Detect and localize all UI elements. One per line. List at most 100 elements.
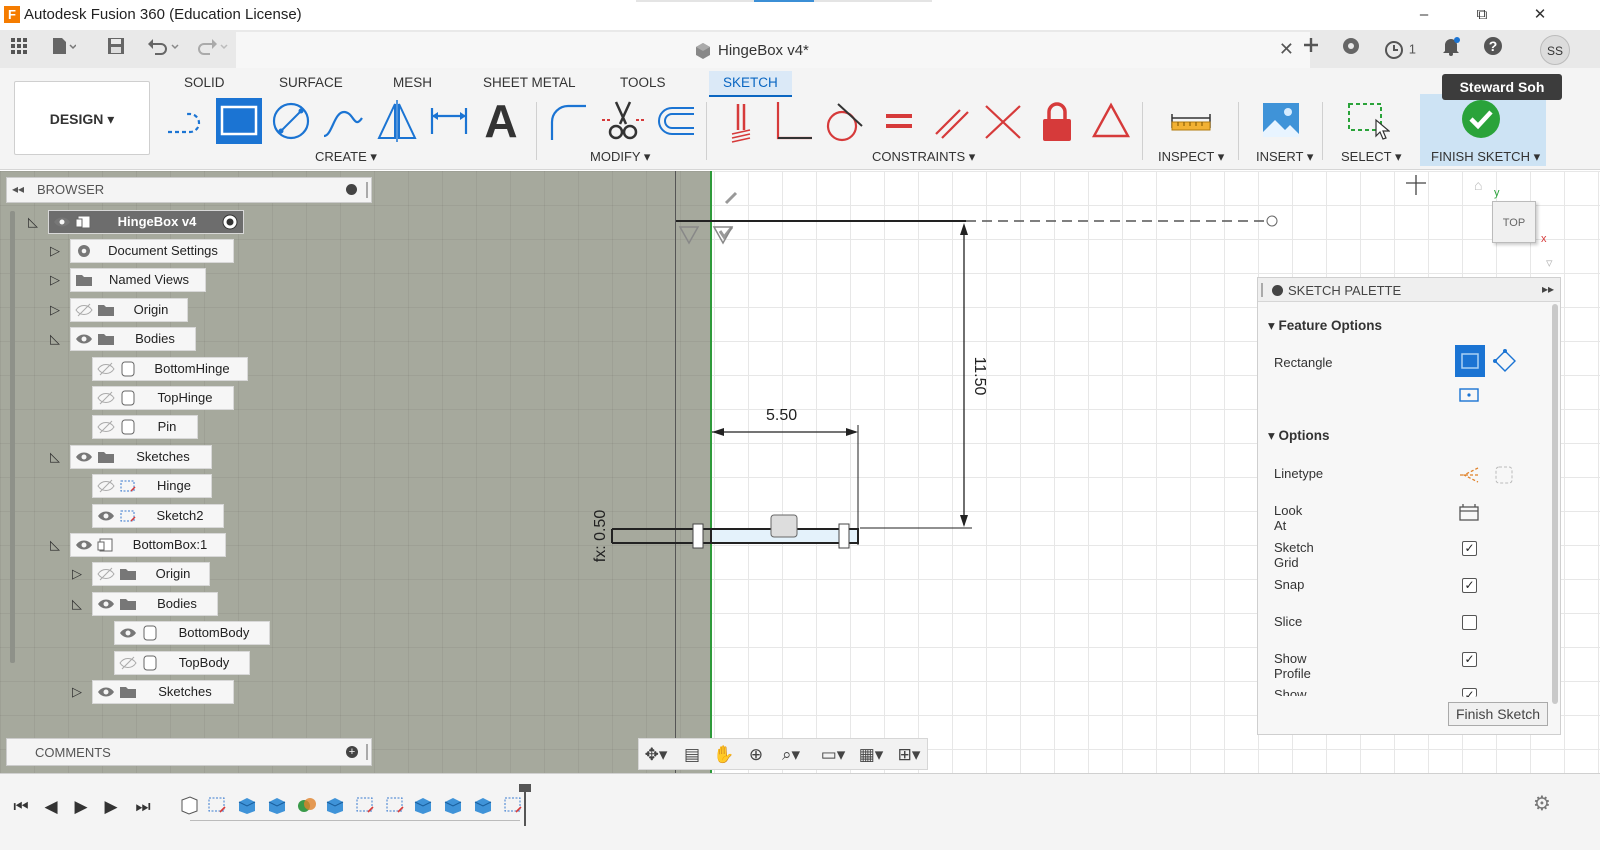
expand-triangle-icon[interactable]: ▷ <box>48 243 62 259</box>
collapse-triangle-icon[interactable]: ◺ <box>26 214 40 230</box>
lock-icon[interactable] <box>1034 98 1080 144</box>
timeline-extrude-icon[interactable] <box>412 794 434 816</box>
height-dimension-label[interactable]: 11.50 <box>970 351 988 401</box>
triangle-warning-icon[interactable] <box>1088 98 1134 144</box>
mirror-tool-icon[interactable] <box>374 98 420 144</box>
browser-node[interactable]: BottomBody <box>114 621 270 645</box>
visibility-eye-icon[interactable] <box>97 509 115 525</box>
palette-minimize-icon[interactable] <box>1272 285 1283 296</box>
extensions-icon[interactable] <box>1338 36 1364 62</box>
timeline-marker-head[interactable] <box>519 784 531 792</box>
dimension-tool-icon[interactable] <box>426 98 472 144</box>
collapse-triangle-icon[interactable]: ◺ <box>48 537 62 553</box>
restore-button[interactable]: ⧉ <box>1462 2 1502 28</box>
two-point-rectangle-icon[interactable] <box>1455 345 1485 377</box>
fillet-tool-icon[interactable] <box>546 98 592 144</box>
trim-tool-icon[interactable] <box>600 98 646 144</box>
insert-group-label[interactable]: INSERT ▾ <box>1256 149 1313 165</box>
inspect-group-label[interactable]: INSPECT ▾ <box>1158 149 1224 165</box>
timeline-extrude-icon[interactable] <box>266 794 288 816</box>
window-select-icon[interactable] <box>1344 98 1391 144</box>
document-tab[interactable]: HingeBox v4* ✕ <box>236 32 1310 68</box>
insert-image-icon[interactable] <box>1258 98 1304 144</box>
tab-sketch[interactable]: SKETCH <box>709 71 792 97</box>
viewports-icon[interactable]: ⊞▾ <box>891 743 927 767</box>
save-icon[interactable] <box>103 36 129 62</box>
text-tool-icon[interactable]: A <box>478 98 524 144</box>
fit-icon[interactable]: ⌕▾ <box>773 743 809 767</box>
select-group-label[interactable]: SELECT ▾ <box>1341 149 1401 165</box>
visibility-eye-icon[interactable] <box>75 332 93 348</box>
tab-tools[interactable]: TOOLS <box>606 71 680 97</box>
finish-sketch-button[interactable]: Finish Sketch <box>1448 702 1548 726</box>
play-icon[interactable]: ▶ <box>68 794 94 820</box>
user-avatar[interactable]: SS <box>1540 35 1570 65</box>
timeline-sketch-icon[interactable] <box>206 794 228 816</box>
job-status-icon[interactable]: 1 <box>1380 36 1420 62</box>
timeline-marker[interactable] <box>524 786 526 826</box>
timeline-settings-gear-icon[interactable]: ⚙ <box>1530 792 1554 816</box>
visibility-eye-icon[interactable] <box>53 215 71 231</box>
hidden-eye-icon[interactable] <box>119 656 137 672</box>
expand-triangle-icon[interactable]: ▷ <box>48 302 62 318</box>
offset-tool-icon[interactable] <box>652 98 698 144</box>
display-settings-icon[interactable]: ▭▾ <box>815 743 851 767</box>
browser-node[interactable]: Bodies <box>70 327 196 351</box>
create-group-label[interactable]: CREATE ▾ <box>315 149 377 165</box>
timeline-sketch-icon[interactable] <box>502 794 524 816</box>
line-tool-icon[interactable] <box>164 98 210 144</box>
browser-node[interactable]: Hinge <box>92 474 212 498</box>
palette-drag-handle[interactable] <box>1261 283 1263 297</box>
modify-group-label[interactable]: MODIFY ▾ <box>590 149 650 165</box>
visibility-eye-icon[interactable] <box>75 538 93 554</box>
parallel-constraint-icon[interactable] <box>928 98 974 144</box>
palette-expand-icon[interactable]: ▸▸ <box>1542 282 1554 296</box>
hidden-eye-icon[interactable] <box>75 303 93 319</box>
hidden-eye-icon[interactable] <box>97 362 115 378</box>
hidden-eye-icon[interactable] <box>97 567 115 583</box>
browser-node[interactable]: Sketches <box>92 680 234 704</box>
browser-node[interactable]: HingeBox v4 <box>48 210 244 234</box>
palette-checkbox[interactable] <box>1462 615 1477 630</box>
browser-node[interactable]: Named Views <box>70 268 206 292</box>
orbit-icon[interactable]: ✥▾ <box>641 743 671 767</box>
expand-triangle-icon[interactable]: ▷ <box>70 684 84 700</box>
new-tab-icon[interactable] <box>1298 36 1324 62</box>
visibility-eye-icon[interactable] <box>97 597 115 613</box>
finish-sketch-check-icon[interactable] <box>1458 98 1504 144</box>
timeline-extrude-icon[interactable] <box>324 794 346 816</box>
tab-solid[interactable]: SOLID <box>170 71 239 97</box>
browser-node[interactable]: TopHinge <box>92 386 234 410</box>
step-back-icon[interactable]: ◀ <box>38 794 64 820</box>
browser-node[interactable]: Sketches <box>70 445 212 469</box>
perpendicular-constraint-icon[interactable] <box>768 98 814 144</box>
rectangle-tool-icon[interactable] <box>216 98 262 144</box>
visibility-eye-icon[interactable] <box>75 450 93 466</box>
home-view-icon[interactable]: ⌂ <box>1474 177 1482 193</box>
arc-tool-icon[interactable] <box>320 98 366 144</box>
look-at-icon[interactable]: ▤ <box>677 743 707 767</box>
redo-icon[interactable] <box>192 36 232 62</box>
collapse-triangle-icon[interactable]: ◺ <box>70 596 84 612</box>
fix-constraint-icon[interactable] <box>718 98 764 144</box>
palette-checkbox[interactable]: ✓ <box>1462 652 1477 667</box>
thickness-dimension-label[interactable]: fx: 0.50 <box>592 501 610 571</box>
add-comment-icon[interactable]: + <box>346 746 358 758</box>
circle-tool-icon[interactable] <box>268 98 314 144</box>
step-forward-icon[interactable]: ▶ <box>98 794 124 820</box>
timeline-body-icon[interactable] <box>178 794 200 816</box>
tab-surface[interactable]: SURFACE <box>265 71 357 97</box>
go-to-start-icon[interactable]: ⏮ <box>8 794 34 820</box>
expand-triangle-icon[interactable]: ▷ <box>70 566 84 582</box>
notifications-bell-icon[interactable] <box>1438 36 1464 62</box>
collapse-triangle-icon[interactable]: ◺ <box>48 331 62 347</box>
timeline-sketch-icon[interactable] <box>354 794 376 816</box>
sketch-canvas[interactable]: 5.50 11.50 fx: 0.50 ⌂ TOP x y ▿ ◂◂ BROWS… <box>0 171 1600 773</box>
browser-node[interactable]: BottomHinge <box>92 357 248 381</box>
linetype-construction-icon[interactable] <box>1458 464 1518 486</box>
visibility-eye-icon[interactable] <box>97 685 115 701</box>
tab-mesh[interactable]: MESH <box>379 71 446 97</box>
hidden-eye-icon[interactable] <box>97 391 115 407</box>
measure-ruler-icon[interactable] <box>1168 98 1214 144</box>
palette-checkbox[interactable]: ✓ <box>1462 541 1477 556</box>
